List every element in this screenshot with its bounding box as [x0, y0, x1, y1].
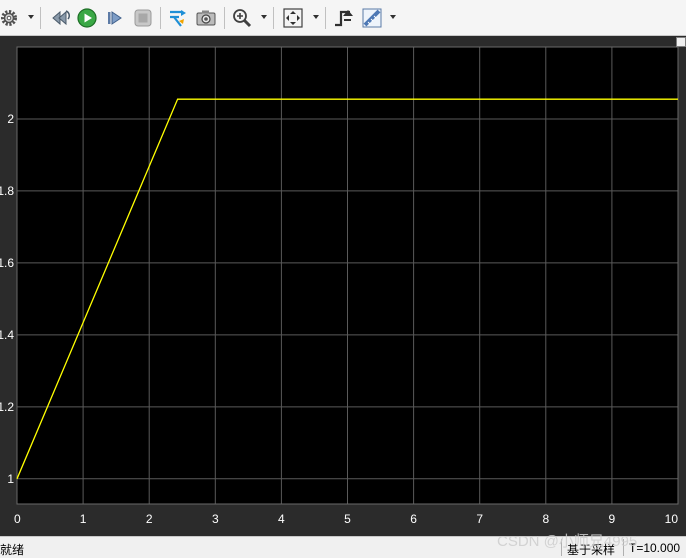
x-tick-label: 8: [542, 512, 549, 526]
toolbar-separator: [160, 7, 161, 29]
step-forward-button[interactable]: [103, 6, 127, 30]
watermark-text: CSDN @小师兄4995: [497, 533, 638, 550]
zoom-in-icon: [233, 9, 252, 28]
autoscale-button[interactable]: [281, 6, 305, 30]
y-tick-label: 1.6: [0, 256, 14, 270]
step-forward-icon: [108, 11, 122, 25]
step-back-button[interactable]: [48, 6, 72, 30]
zoom-dropdown-arrow[interactable]: [261, 15, 267, 19]
highlight-signal-button[interactable]: [166, 6, 190, 30]
status-ready-text: 就绪: [0, 543, 25, 557]
snapshot-button[interactable]: [194, 6, 218, 30]
scope-plot[interactable]: 0 1 2 3 4 5 6 7 8 9 10 1 1.2 1.4 1.6 1.8 2: [0, 36, 686, 536]
zoom-button[interactable]: [230, 6, 254, 30]
y-tick-label: 1: [7, 472, 14, 486]
x-tick-label: 6: [410, 512, 417, 526]
ruler-icon: [362, 8, 382, 28]
toolbar: [0, 0, 686, 36]
toolbar-separator: [224, 7, 225, 29]
signal-highlight-icon: [170, 10, 186, 27]
x-tick-label: 2: [146, 512, 153, 526]
run-button[interactable]: [75, 6, 99, 30]
measurements-button[interactable]: [360, 6, 384, 30]
settings-dropdown-arrow[interactable]: [28, 15, 34, 19]
x-tick-label: 1: [80, 512, 87, 526]
toolbar-separator: [273, 7, 274, 29]
fit-axes-icon: [283, 8, 303, 28]
x-tick-label: 5: [344, 512, 351, 526]
gear-icon: [1, 10, 17, 26]
x-tick-label: 10: [665, 512, 679, 526]
stop-icon: [134, 9, 152, 27]
plot-area: 0 1 2 3 4 5 6 7 8 9 10 1 1.2 1.4 1.6 1.8 2: [0, 36, 686, 536]
x-tick-label: 7: [476, 512, 483, 526]
x-tick-label: 9: [609, 512, 616, 526]
undock-button[interactable]: [676, 37, 686, 47]
x-tick-label: 4: [278, 512, 285, 526]
y-tick-label: 1.8: [0, 184, 14, 198]
toolbar-separator: [40, 7, 41, 29]
y-tick-label: 2: [7, 112, 14, 126]
scope-window: 0 1 2 3 4 5 6 7 8 9 10 1 1.2 1.4 1.6 1.8 2 就绪 基于采样 T=10.…: [0, 0, 686, 558]
settings-button[interactable]: [0, 6, 22, 30]
step-back-icon: [52, 10, 70, 26]
y-tick-label: 1.2: [0, 400, 14, 414]
run-icon: [77, 8, 97, 28]
toolbar-separator: [325, 7, 326, 29]
trigger-icon: [335, 10, 353, 27]
x-tick-label: 3: [212, 512, 219, 526]
stop-button[interactable]: [131, 6, 155, 30]
autoscale-dropdown-arrow[interactable]: [313, 15, 319, 19]
camera-icon: [196, 10, 216, 26]
x-tick-label: 0: [14, 512, 21, 526]
y-tick-label: 1.4: [0, 328, 14, 342]
triggers-button[interactable]: [332, 6, 356, 30]
measurements-dropdown-arrow[interactable]: [390, 15, 396, 19]
